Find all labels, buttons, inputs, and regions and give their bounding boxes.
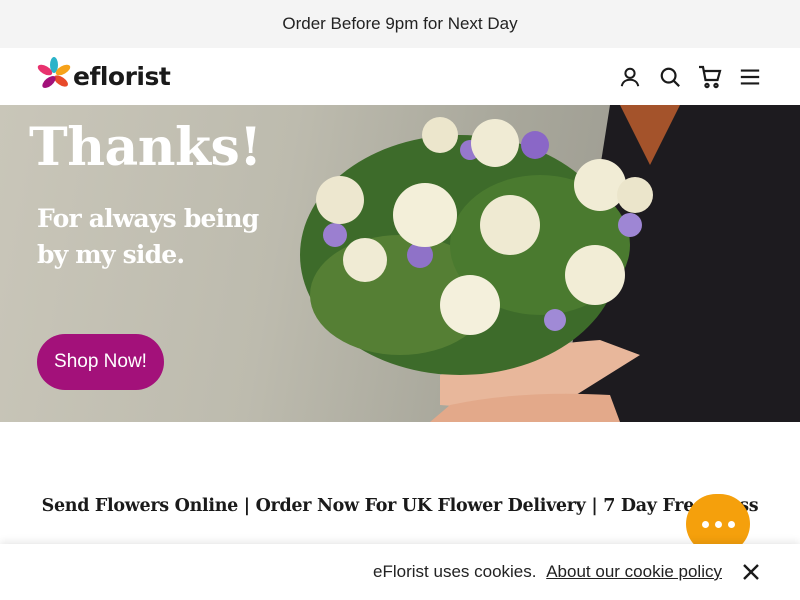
cookie-policy-link[interactable]: About our cookie policy [546,562,722,581]
cookie-message: eFlorist uses cookies. [373,562,537,581]
search-icon[interactable] [658,65,682,89]
header-icons [618,65,762,89]
logo[interactable]: eflorist [37,57,171,96]
shop-now-button[interactable]: Shop Now! [37,334,164,390]
promo-text: Order Before 9pm for Next Day [282,14,518,33]
account-icon[interactable] [618,65,642,89]
site-header: eflorist [0,48,800,105]
chat-dot [714,520,722,528]
cookie-text: eFlorist uses cookies. About our cookie … [373,562,722,582]
logo-text: eflorist [73,62,171,91]
chat-dot [727,520,735,528]
hero-banner: Thanks! For always being by my side. Sho… [0,105,800,422]
cart-icon[interactable] [698,65,722,89]
cookie-banner: eFlorist uses cookies. About our cookie … [0,544,800,600]
close-icon[interactable] [740,561,762,583]
hero-title: Thanks! [29,117,262,178]
menu-icon[interactable] [738,65,762,89]
flower-logo-icon [37,57,71,96]
promo-bar: Order Before 9pm for Next Day [0,0,800,48]
chat-dot [701,520,709,528]
hero-subtitle: For always being by my side. [37,204,259,269]
